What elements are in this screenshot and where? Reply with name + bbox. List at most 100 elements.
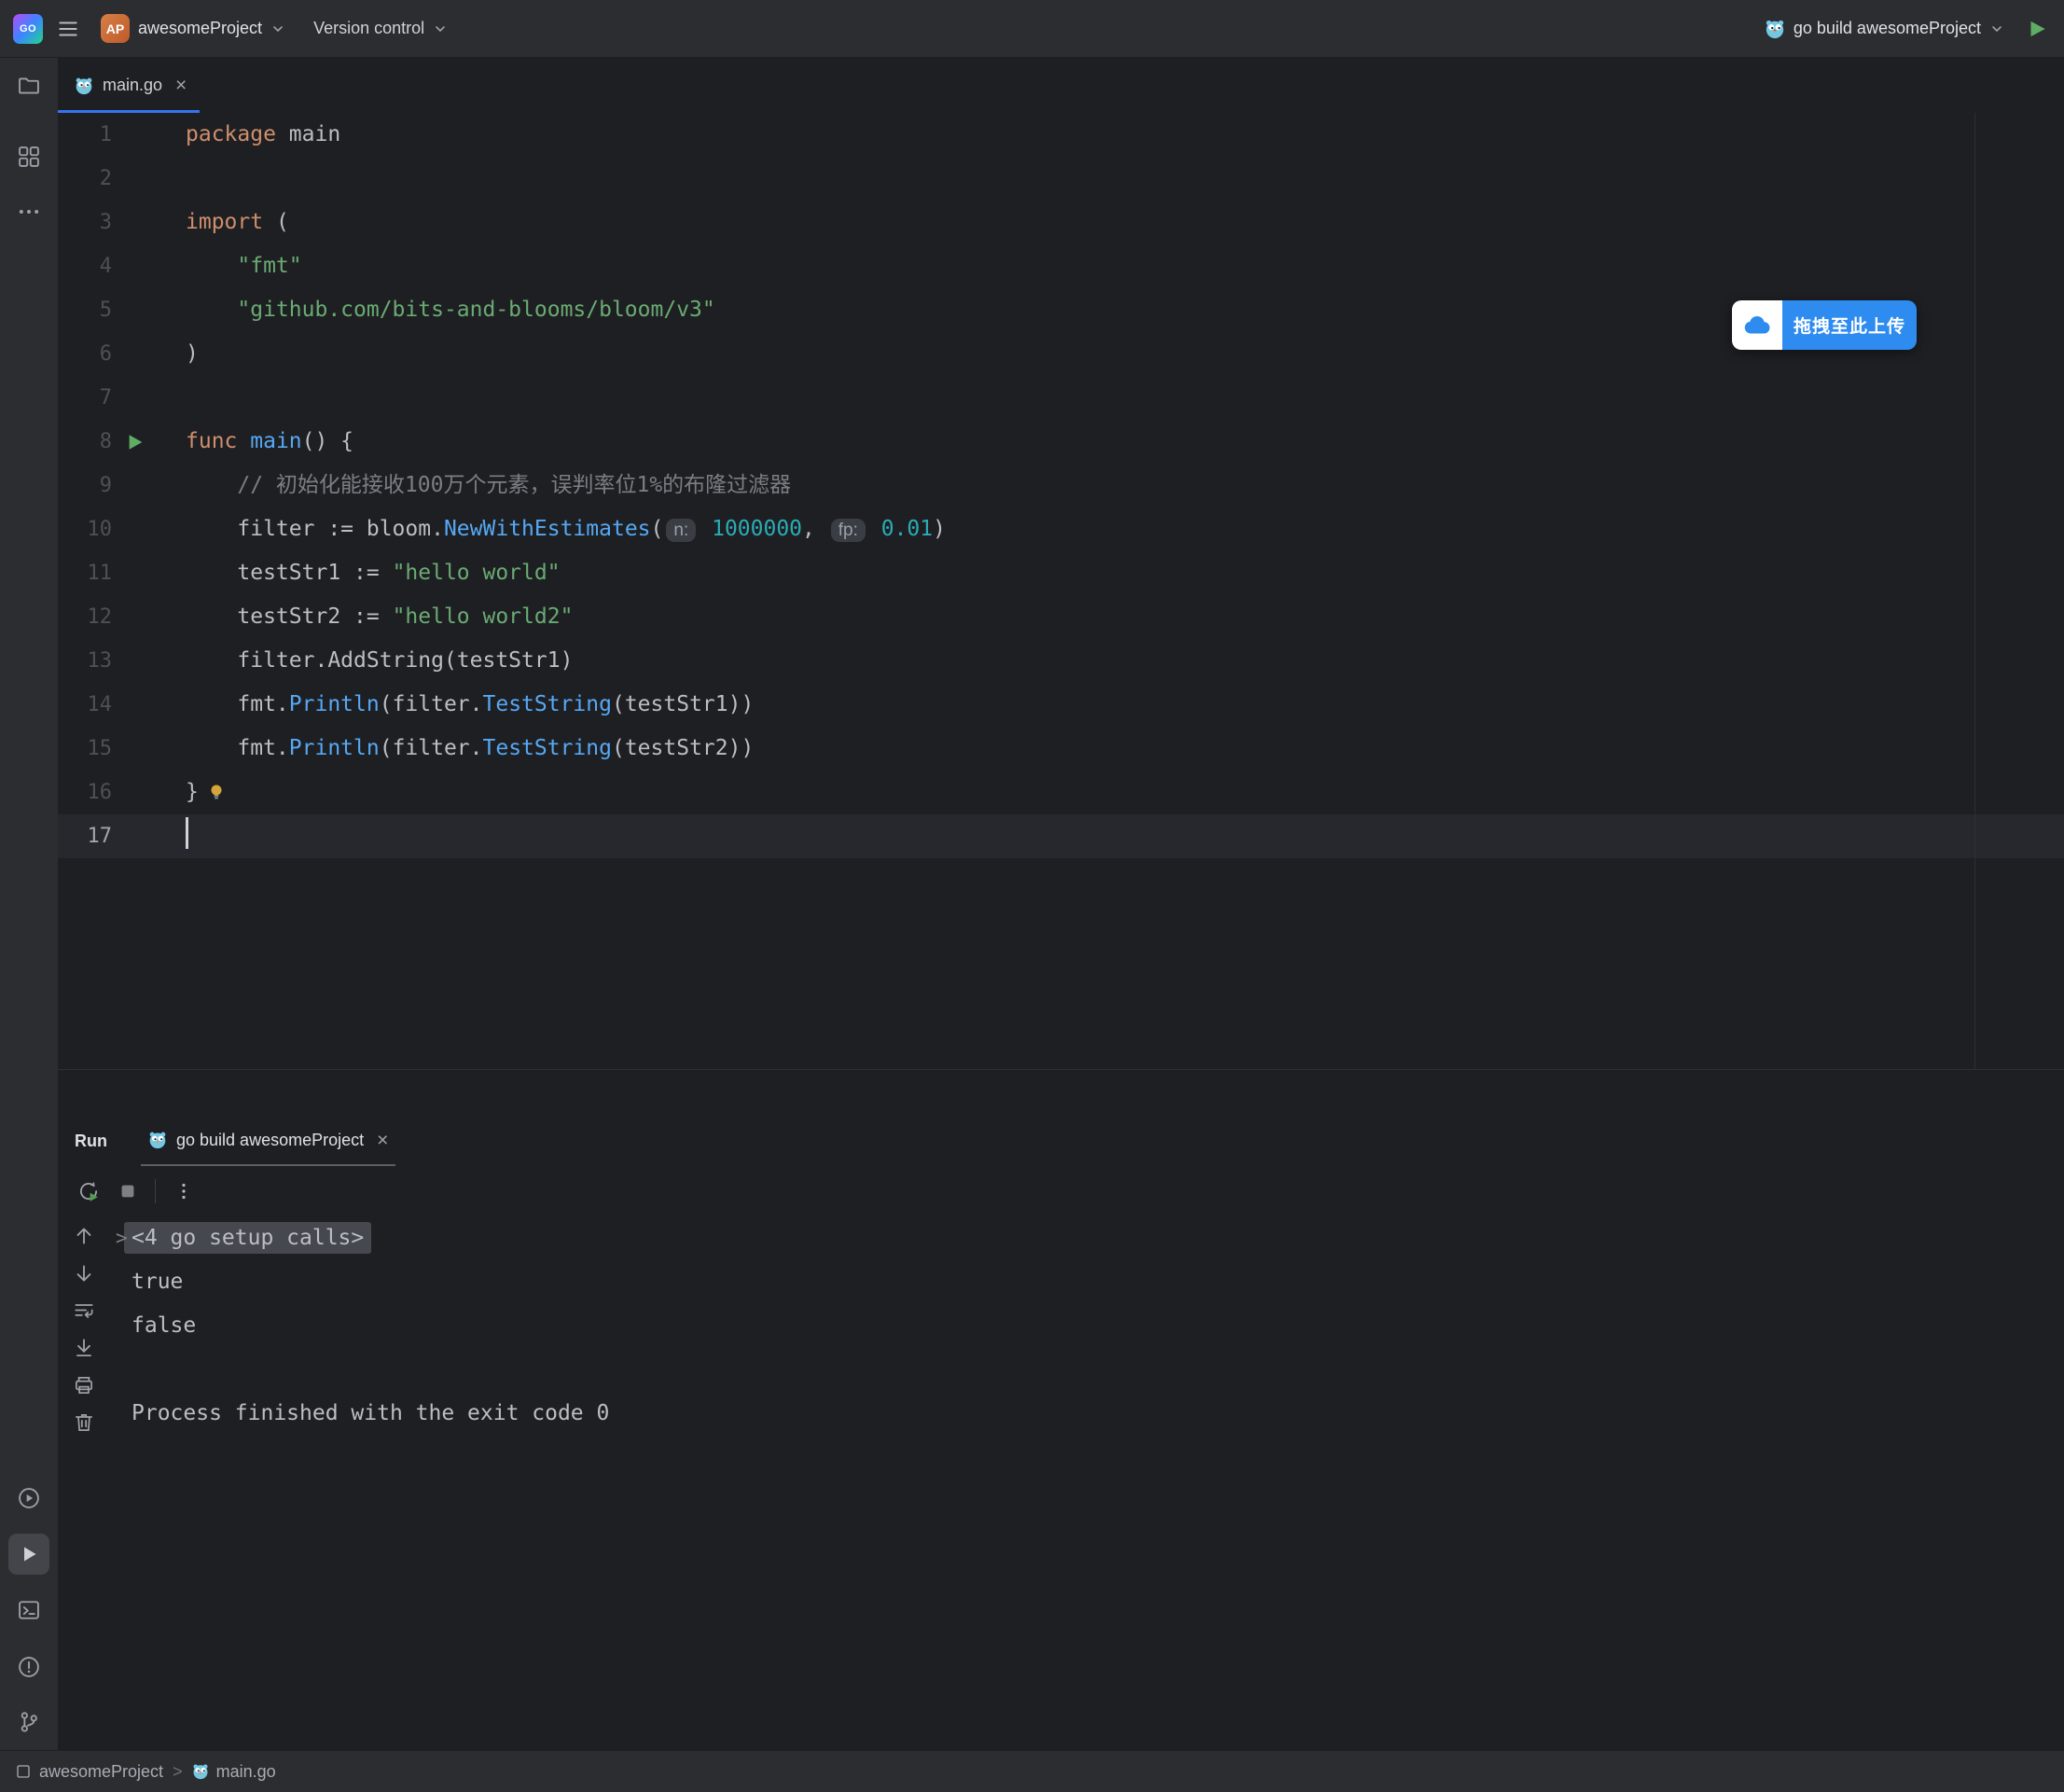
code-line[interactable]: 14 fmt.Println(filter.TestString(testStr… <box>58 683 2064 727</box>
run-toolwindow-button[interactable] <box>8 1534 49 1575</box>
structure-icon <box>16 144 42 170</box>
trash-icon <box>72 1410 96 1435</box>
code-line[interactable]: 4 "fmt" <box>58 244 2064 288</box>
code-token: import <box>186 210 263 234</box>
code-text: // 初始化能接收100万个元素，误判率位1%的布隆过滤器 <box>186 464 791 507</box>
stop-icon <box>118 1181 138 1202</box>
console-tab[interactable]: go build awesomeProject × <box>141 1116 395 1166</box>
more-options-button[interactable] <box>173 1180 195 1202</box>
code-text: "fmt" <box>186 244 302 288</box>
version-control-selector[interactable]: Version control <box>306 14 455 43</box>
line-number-gutter: 5 <box>58 288 186 332</box>
editor-tab-main-go[interactable]: main.go × <box>58 58 200 113</box>
code-text: } <box>186 771 226 814</box>
line-number-gutter: 15 <box>58 727 186 771</box>
run-config-selector[interactable]: go build awesomeProject <box>1757 14 2012 44</box>
rerun-button[interactable] <box>76 1179 101 1203</box>
version-control-toolwindow-button[interactable] <box>16 1709 42 1735</box>
code-line[interactable]: 7 <box>58 376 2064 420</box>
code-token: () { <box>302 429 353 453</box>
toolbar-separator <box>155 1179 156 1203</box>
code-token: fmt. <box>186 692 289 716</box>
code-token: Println <box>289 736 380 760</box>
run-button[interactable] <box>2025 17 2049 41</box>
code-line[interactable]: 16} <box>58 771 2064 814</box>
code-line[interactable]: 3import ( <box>58 201 2064 244</box>
code-text: "github.com/bits-and-blooms/bloom/v3" <box>186 288 715 332</box>
editor-lines: 1package main23import (4 "fmt"5 "github.… <box>58 113 2064 858</box>
console-line <box>116 1348 2064 1392</box>
up-stack-button[interactable] <box>71 1224 97 1248</box>
code-line[interactable]: 8func main() { <box>58 420 2064 464</box>
project-avatar: AP <box>101 14 130 43</box>
console-gutter-toolbar <box>71 1224 97 1435</box>
tab-close-button[interactable]: × <box>175 76 187 95</box>
status-project-crumb[interactable]: awesomeProject <box>15 1762 163 1782</box>
code-text: fmt.Println(filter.TestString(testStr1)) <box>186 683 754 727</box>
console-text: <4 go setup calls> <box>124 1222 371 1254</box>
code-line[interactable]: 15 fmt.Println(filter.TestString(testStr… <box>58 727 2064 771</box>
line-number: 17 <box>88 825 113 848</box>
project-toolwindow-button[interactable] <box>16 73 42 99</box>
code-text: testStr2 := "hello world2" <box>186 595 573 639</box>
code-token: "fmt" <box>237 254 301 278</box>
line-number: 4 <box>100 255 112 278</box>
code-line[interactable]: 13 filter.AddString(testStr1) <box>58 639 2064 683</box>
status-file-crumb[interactable]: main.go <box>192 1762 276 1782</box>
code-token: } <box>186 780 199 804</box>
code-token: testStr2 := <box>186 604 393 629</box>
scroll-to-end-button[interactable] <box>71 1336 97 1360</box>
line-number-gutter: 2 <box>58 157 186 201</box>
soft-wrap-button[interactable] <box>71 1299 97 1323</box>
lightbulb-icon <box>207 783 226 801</box>
problems-toolwindow-button[interactable] <box>16 1654 42 1680</box>
code-line[interactable]: 12 testStr2 := "hello world2" <box>58 595 2064 639</box>
code-token: 0.01 <box>881 517 933 541</box>
code-token <box>868 517 881 541</box>
main-menu-button[interactable] <box>56 17 80 41</box>
line-number-gutter: 11 <box>58 551 186 595</box>
hamburger-icon <box>56 17 80 41</box>
code-line[interactable]: 9 // 初始化能接收100万个元素，误判率位1%的布隆过滤器 <box>58 464 2064 507</box>
version-control-label: Version control <box>313 19 424 38</box>
gopher-icon <box>1765 19 1785 39</box>
code-token <box>186 473 237 497</box>
terminal-toolwindow-button[interactable] <box>16 1597 42 1623</box>
code-text <box>186 814 188 858</box>
down-stack-button[interactable] <box>71 1261 97 1285</box>
code-editor[interactable]: 1package main23import (4 "fmt"5 "github.… <box>58 113 2064 859</box>
structure-toolwindow-button[interactable] <box>16 144 42 170</box>
code-line[interactable]: 2 <box>58 157 2064 201</box>
gutter-run-button[interactable] <box>125 432 145 452</box>
print-button[interactable] <box>71 1373 97 1397</box>
console-output[interactable]: ><4 go setup calls>truefalse Process fin… <box>116 1216 2064 1436</box>
gopher-icon <box>148 1131 167 1149</box>
code-line[interactable]: 17 <box>58 814 2064 858</box>
line-number: 9 <box>100 474 112 497</box>
code-token: ( <box>263 210 289 234</box>
code-token: main <box>276 122 340 146</box>
code-text: func main() { <box>186 420 353 464</box>
code-line[interactable]: 10 filter := bloom.NewWithEstimates(n: 1… <box>58 507 2064 551</box>
clear-all-button[interactable] <box>71 1410 97 1435</box>
more-toolwindows-button[interactable] <box>16 199 42 225</box>
code-token: main <box>250 429 301 453</box>
console-line: Process finished with the exit code 0 <box>116 1392 2064 1436</box>
breadcrumb-separator: > <box>173 1762 183 1782</box>
project-selector[interactable]: AP awesomeProject <box>93 9 293 48</box>
upload-overlay[interactable]: 拖拽至此上传 <box>1732 300 1917 350</box>
fold-chevron-icon[interactable]: > <box>116 1216 128 1260</box>
line-number: 12 <box>88 605 113 629</box>
code-token: filter := bloom. <box>186 517 444 541</box>
code-line[interactable]: 11 testStr1 := "hello world" <box>58 551 2064 595</box>
code-text: import ( <box>186 201 289 244</box>
services-toolwindow-button[interactable] <box>16 1485 42 1511</box>
code-token: 1000000 <box>712 517 802 541</box>
stop-button[interactable] <box>118 1181 138 1202</box>
code-line[interactable]: 1package main <box>58 113 2064 157</box>
status-project-name: awesomeProject <box>39 1762 163 1782</box>
console-tab-close-button[interactable]: × <box>377 1131 388 1150</box>
console-text: false <box>132 1313 196 1338</box>
terminal-icon <box>16 1597 42 1623</box>
main-toolbar: GO AP awesomeProject Version control <box>0 0 2064 58</box>
